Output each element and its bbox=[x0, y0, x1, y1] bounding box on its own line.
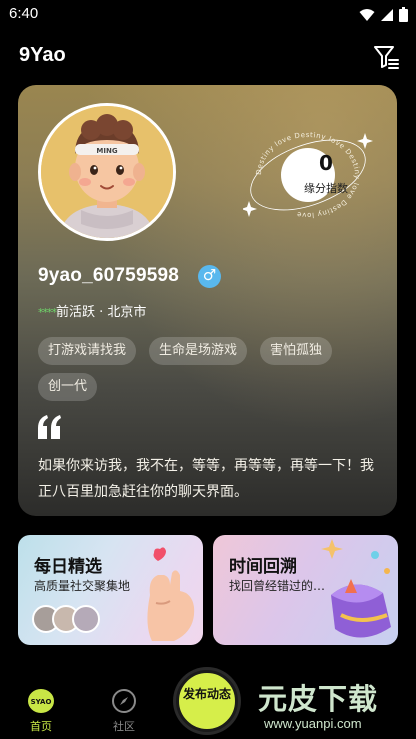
nav-community-label: 社区 bbox=[113, 720, 135, 733]
gender-male-icon: ♂ bbox=[198, 265, 221, 288]
publish-button[interactable]: 发布动态 bbox=[176, 670, 238, 732]
avatar-headband-text: MING bbox=[96, 147, 117, 155]
avatar-illustration: MING bbox=[41, 106, 173, 238]
nav-community[interactable]: 社区 bbox=[104, 688, 144, 736]
watermark-text: 元皮下载 bbox=[258, 682, 379, 716]
wifi-icon bbox=[359, 8, 375, 21]
profile-card: MING Destiny love Destiny love Destiny l… bbox=[18, 85, 397, 516]
nav-home[interactable]: SYAO 首页 bbox=[21, 688, 61, 736]
nav-home-label: 首页 bbox=[30, 720, 52, 733]
heart-hand-icon bbox=[147, 547, 195, 641]
tag-item: 害怕孤独 bbox=[260, 337, 333, 365]
filter-button[interactable] bbox=[372, 43, 400, 71]
daily-picks-card[interactable]: 每日精选 高质量社交聚集地 bbox=[18, 535, 203, 645]
destiny-ring: Destiny love Destiny love Destiny love D… bbox=[243, 131, 373, 219]
watermark-url: www.yuanpi.com bbox=[264, 716, 362, 731]
party-popper-icon bbox=[321, 539, 391, 638]
status-time: 6:40 bbox=[9, 5, 39, 22]
activity-status: ****前活跃 · 北京市 bbox=[38, 301, 146, 320]
destiny-label: 缘分指数 bbox=[304, 182, 348, 195]
filter-icon bbox=[374, 46, 399, 69]
watermark: 元皮下载 www.yuanpi.com bbox=[258, 676, 408, 736]
time-rewind-subtitle: 找回曾经错过的… bbox=[229, 579, 326, 593]
status-bar: 6:40 bbox=[0, 0, 416, 30]
user-name: 9yao_60759598 bbox=[38, 265, 180, 286]
app-title: 9Yao bbox=[19, 44, 66, 66]
tag-item: 生命是场游戏 bbox=[149, 337, 248, 365]
daily-picks-subtitle: 高质量社交聚集地 bbox=[34, 579, 131, 593]
gender-symbol: ♂ bbox=[202, 266, 217, 284]
time-rewind-card[interactable]: 时间回溯 找回曾经错过的… bbox=[213, 535, 398, 645]
activity-stars: **** bbox=[38, 306, 57, 319]
quote-icon bbox=[38, 415, 61, 439]
home-logo-text: SYAO bbox=[31, 698, 52, 706]
activity-location: 前活跃 · 北京市 bbox=[56, 305, 147, 320]
destiny-value: 0 bbox=[319, 151, 333, 175]
tag-item: 打游戏请找我 bbox=[38, 337, 137, 365]
status-icons bbox=[359, 7, 408, 22]
home-logo-icon: SYAO bbox=[28, 689, 54, 713]
time-rewind-title: 时间回溯 bbox=[229, 557, 297, 577]
publish-label: 发布动态 bbox=[182, 687, 231, 701]
compass-icon bbox=[112, 689, 136, 713]
avatar[interactable]: MING bbox=[38, 103, 176, 241]
bio-text: 如果你来访我，我不在，等等，再等等，再等一下！我正八百里加急赶往你的聊天界面。 bbox=[38, 458, 374, 500]
signal-icon bbox=[381, 8, 393, 21]
battery-icon bbox=[399, 7, 408, 22]
tag-item: 创一代 bbox=[38, 373, 98, 401]
daily-picks-title: 每日精选 bbox=[34, 557, 102, 577]
mini-avatar bbox=[72, 605, 100, 633]
